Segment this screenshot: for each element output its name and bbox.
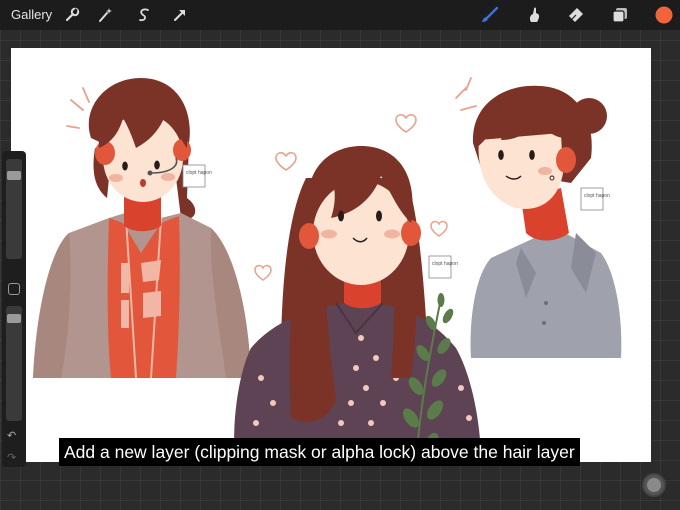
name-tag-right: clopt hapon: [584, 193, 610, 199]
quickmenu-button[interactable]: [642, 473, 666, 497]
brush-size-slider[interactable]: [6, 159, 22, 259]
name-tag-center: clopt hapon: [432, 261, 458, 267]
brush-sidebar: ↶ ↷: [2, 151, 26, 467]
modify-button[interactable]: [8, 283, 20, 295]
color-swatch[interactable]: [654, 5, 674, 25]
left-character: clopt hapon: [33, 78, 251, 379]
center-character: clopt hapon: [234, 114, 481, 462]
magic-wand-icon[interactable]: [95, 5, 115, 25]
selection-icon[interactable]: [134, 5, 154, 25]
brush-size-thumb[interactable]: [7, 171, 21, 180]
subtitle-caption: Add a new layer (clipping mask or alpha …: [59, 438, 580, 466]
name-tag-left: clopt hapon: [186, 170, 212, 176]
drawing-canvas[interactable]: clopt hapon clopt hapon clopt hapon: [11, 48, 651, 462]
redo-icon[interactable]: ↷: [7, 451, 16, 464]
transform-arrow-icon[interactable]: [170, 5, 190, 25]
layers-icon[interactable]: [610, 5, 630, 25]
opacity-slider[interactable]: [6, 306, 22, 421]
smudge-icon[interactable]: [524, 5, 544, 25]
brush-icon[interactable]: [480, 5, 500, 25]
eraser-icon[interactable]: [566, 5, 586, 25]
gallery-button[interactable]: Gallery: [11, 7, 52, 22]
opacity-thumb[interactable]: [7, 314, 21, 323]
top-toolbar: Gallery: [0, 0, 680, 30]
undo-icon[interactable]: ↶: [7, 429, 16, 442]
wrench-icon[interactable]: [62, 5, 82, 25]
character-illustration: clopt hapon clopt hapon clopt hapon: [33, 77, 622, 462]
right-character: clopt hapon: [455, 77, 622, 358]
